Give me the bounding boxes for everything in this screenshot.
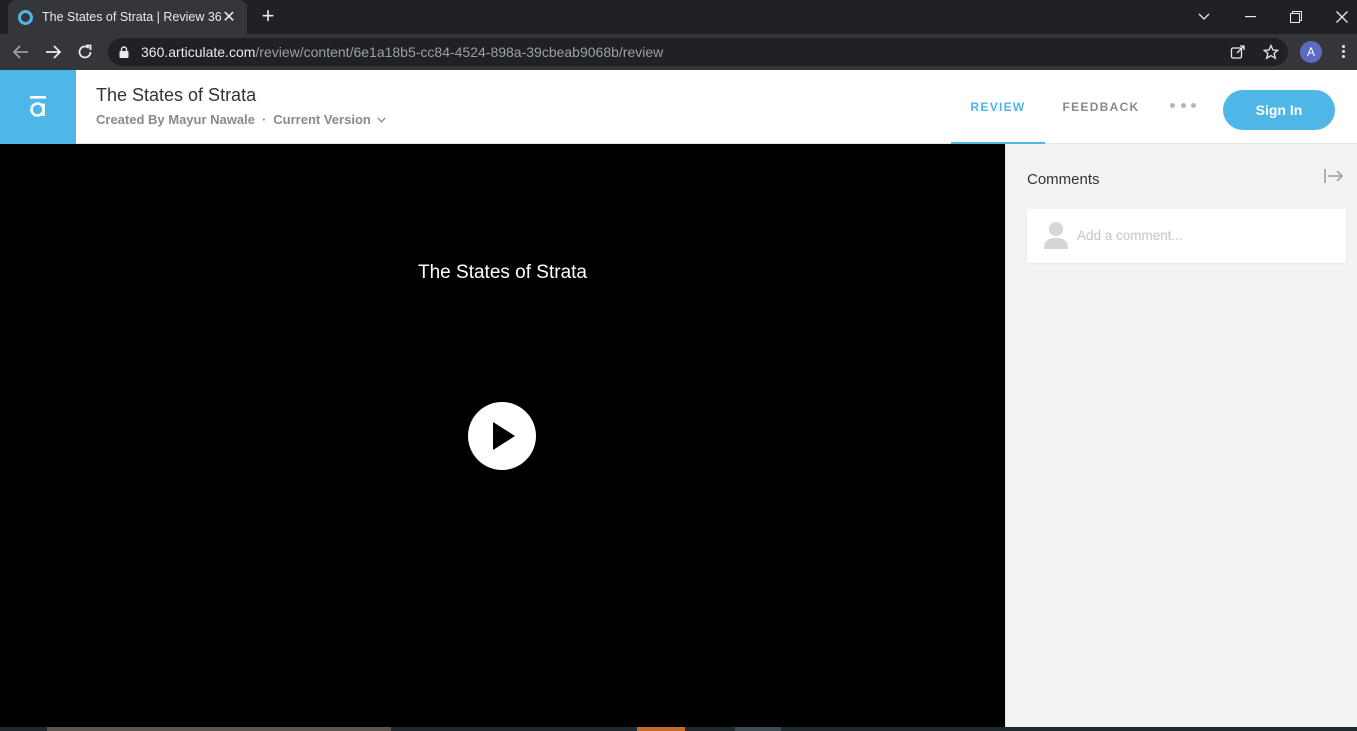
- url-host: 360.articulate.com: [141, 44, 256, 60]
- restore-icon[interactable]: [1273, 0, 1319, 34]
- tab-close-icon[interactable]: ✕: [221, 7, 237, 27]
- taskbar-strip: [0, 727, 1357, 731]
- browser-tab[interactable]: The States of Strata | Review 360 ✕: [8, 0, 247, 34]
- page-title: The States of Strata: [96, 85, 257, 105]
- url-path: /review/content/6e1a18b5-cc84-4524-898a-…: [255, 44, 664, 60]
- url-text: 360.articulate.com/review/content/6e1a18…: [141, 44, 663, 60]
- tab-feedback[interactable]: FEEDBACK: [1055, 70, 1147, 144]
- close-window-icon[interactable]: [1319, 0, 1357, 34]
- share-icon[interactable]: [1230, 44, 1246, 60]
- new-tab-button[interactable]: +: [257, 5, 279, 28]
- play-icon: [493, 422, 515, 450]
- browser-tabstrip: The States of Strata | Review 360 ✕ +: [0, 0, 1357, 34]
- play-button[interactable]: [468, 402, 536, 470]
- browser-menu-icon[interactable]: [1335, 43, 1351, 61]
- user-avatar-icon: [1044, 222, 1068, 249]
- tab-title: The States of Strata | Review 360: [42, 10, 221, 24]
- comments-panel: Comments: [1005, 144, 1357, 731]
- app-header: The States of Strata Created By Mayur Na…: [0, 70, 1357, 144]
- articulate-logo-icon: [30, 96, 46, 117]
- course-title: The States of Strata: [418, 262, 587, 283]
- taskbar-item[interactable]: [735, 727, 781, 731]
- content-meta: Created By Mayur Nawale · Current Version: [96, 112, 387, 127]
- comment-input[interactable]: [1077, 223, 1332, 247]
- taskbar-item[interactable]: [47, 727, 391, 731]
- taskbar-item[interactable]: [637, 727, 685, 731]
- version-label: Current Version: [273, 112, 371, 127]
- browser-toolbar: 360.articulate.com/review/content/6e1a18…: [0, 34, 1357, 70]
- created-by: Created By Mayur Nawale: [96, 112, 255, 127]
- meta-separator: ·: [261, 112, 267, 127]
- reload-icon[interactable]: [72, 39, 98, 65]
- tab-search-icon[interactable]: [1181, 0, 1227, 34]
- comments-title: Comments: [1027, 171, 1100, 188]
- comment-composer: [1027, 209, 1346, 263]
- forward-arrow-icon[interactable]: [40, 39, 66, 65]
- articulate-favicon-icon: [18, 9, 33, 25]
- minimize-icon[interactable]: [1227, 0, 1273, 34]
- more-options-icon[interactable]: [1170, 103, 1196, 111]
- sign-in-button[interactable]: Sign In: [1223, 90, 1335, 130]
- course-player: The States of Strata: [0, 144, 1005, 731]
- bookmark-star-icon[interactable]: [1263, 44, 1279, 60]
- chevron-down-icon: [377, 117, 387, 123]
- tab-review[interactable]: REVIEW: [951, 70, 1045, 144]
- collapse-panel-icon[interactable]: [1324, 168, 1344, 184]
- lock-icon: [119, 46, 129, 58]
- address-bar[interactable]: 360.articulate.com/review/content/6e1a18…: [108, 38, 1288, 66]
- back-arrow-icon[interactable]: [8, 39, 34, 65]
- profile-avatar[interactable]: A: [1300, 41, 1322, 63]
- version-dropdown[interactable]: Current Version: [273, 112, 387, 127]
- articulate-logo[interactable]: [0, 70, 76, 144]
